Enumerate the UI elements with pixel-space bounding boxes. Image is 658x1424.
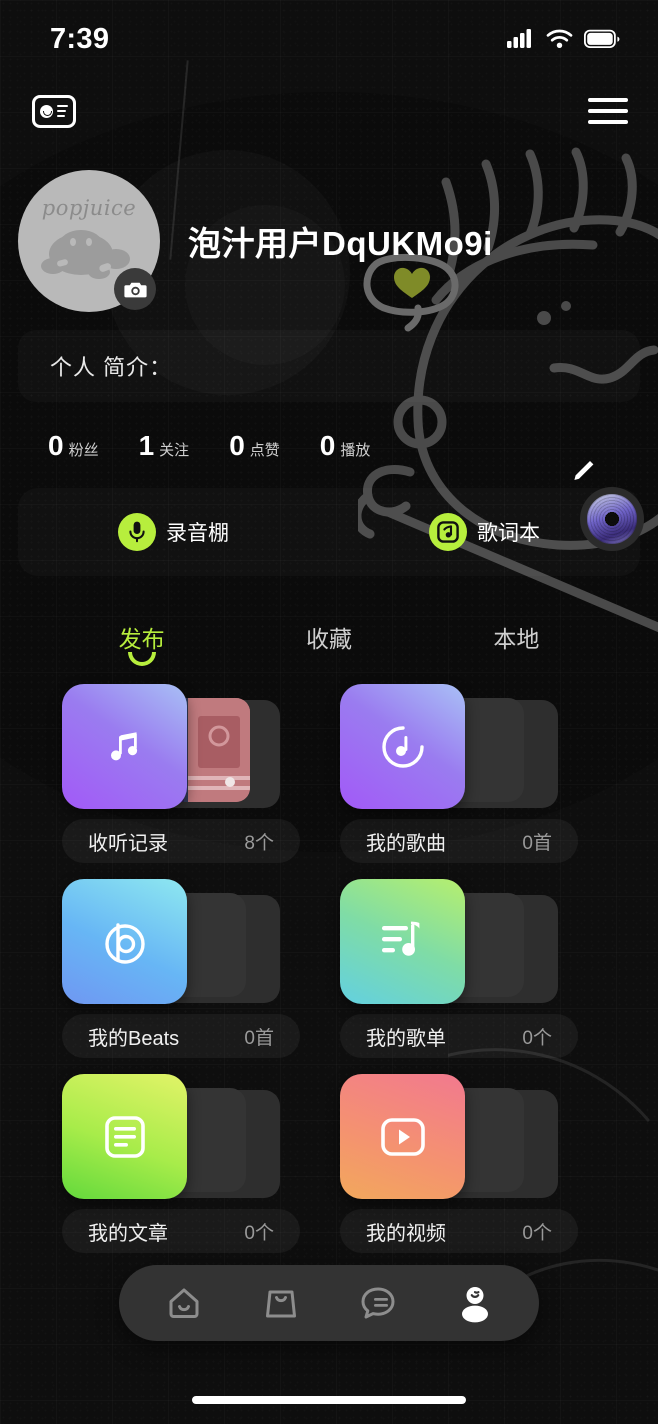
profile-header: popjuice 泡汁用户DqUKMo9i	[0, 144, 658, 312]
bio-card[interactable]: 个人 简介：	[18, 330, 640, 402]
avatar-brand-text: popjuice	[41, 196, 137, 220]
playlist-icon	[381, 921, 419, 956]
pencil-edit-icon[interactable]	[570, 458, 596, 486]
nav-item-messages[interactable]	[346, 1271, 410, 1335]
app-screen: 7:39 popjuice 泡汁用户DqUKMo9i 个人 简介： 0 粉丝 1…	[0, 0, 658, 1424]
id-card-lines-icon	[57, 104, 68, 118]
card-title: 我的视频	[366, 1222, 446, 1245]
id-card-face-icon	[40, 104, 53, 118]
tab-label: 本地	[493, 626, 540, 652]
tab-favorites[interactable]: 收藏	[235, 620, 422, 654]
tab-published[interactable]: 发布	[48, 620, 235, 666]
card-icon-tile	[340, 684, 465, 809]
vinyl-record-art	[587, 494, 637, 544]
card-icon-tile	[62, 1074, 187, 1199]
library-card-grid: 收听记录 8个 我的歌曲 0首 我的Beats 0首 我的歌单 0个 我的文章 …	[0, 654, 658, 1253]
quick-action-label: 录音棚	[166, 522, 229, 545]
tab-label: 发布	[118, 626, 165, 652]
bio-label: 个人 简介：	[50, 355, 173, 380]
library-card-my-articles[interactable]: 我的文章 0个	[62, 1074, 300, 1253]
card-count: 8个	[244, 832, 274, 854]
play-video-icon	[380, 1117, 425, 1156]
stat-plays[interactable]: 0 播放	[320, 430, 371, 462]
library-card-my-videos[interactable]: 我的视频 0个	[340, 1074, 578, 1253]
card-label: 我的歌曲 0首	[340, 819, 578, 863]
library-card-listening-history[interactable]: 收听记录 8个	[62, 684, 300, 863]
card-count: 0首	[244, 1027, 274, 1049]
person-icon	[461, 1287, 488, 1323]
content-tabs: 发布 收藏 本地	[0, 620, 658, 666]
card-icon-tile	[340, 1074, 465, 1199]
vinyl-record-icon[interactable]	[580, 487, 644, 551]
microphone-icon	[118, 513, 156, 551]
card-label: 我的文章 0个	[62, 1209, 300, 1253]
card-label: 我的歌单 0个	[340, 1014, 578, 1058]
id-card-icon[interactable]	[32, 94, 76, 128]
card-count: 0首	[522, 832, 552, 854]
card-title: 我的歌单	[366, 1027, 446, 1050]
card-title: 收听记录	[88, 832, 168, 855]
card-title: 我的文章	[88, 1222, 168, 1245]
battery-icon	[584, 29, 620, 48]
stat-value: 0	[48, 430, 64, 461]
quick-action-studio[interactable]: 录音棚	[18, 513, 329, 551]
card-icon-tile	[62, 879, 187, 1004]
wifi-icon	[546, 29, 573, 48]
stat-label: 播放	[340, 442, 371, 459]
stat-likes[interactable]: 0 点赞	[229, 430, 280, 462]
document-icon	[104, 1115, 145, 1158]
chat-bubble-icon	[361, 1287, 394, 1319]
library-card-my-playlists[interactable]: 我的歌单 0个	[340, 879, 578, 1058]
card-title: 我的Beats	[88, 1027, 180, 1050]
nav-item-shop[interactable]	[249, 1271, 313, 1335]
stat-following[interactable]: 1 关注	[139, 430, 190, 462]
nav-item-home[interactable]	[152, 1271, 216, 1335]
stat-label: 关注	[159, 442, 190, 459]
lyrics-note-icon	[429, 513, 467, 551]
quick-action-label: 歌词本	[477, 522, 540, 545]
stat-label: 点赞	[249, 442, 280, 459]
tab-label: 收藏	[305, 626, 352, 652]
card-count: 0个	[244, 1222, 274, 1244]
nav-item-profile[interactable]	[443, 1271, 507, 1335]
profile-stats: 0 粉丝 1 关注 0 点赞 0 播放	[0, 402, 658, 462]
shopping-bag-icon	[265, 1290, 296, 1318]
cellular-signal-icon	[507, 29, 531, 48]
camera-icon[interactable]	[114, 268, 156, 310]
stat-value: 0	[229, 430, 245, 461]
profile-username: 泡汁用户DqUKMo9i	[188, 225, 493, 262]
quick-actions: 录音棚 歌词本	[18, 488, 640, 576]
card-label: 我的视频 0个	[340, 1209, 578, 1253]
stat-followers[interactable]: 0 粉丝	[48, 430, 99, 462]
hamburger-menu-icon[interactable]	[588, 98, 628, 124]
stat-value: 0	[319, 430, 336, 461]
beats-b-icon	[104, 922, 145, 964]
card-label: 我的Beats 0首	[62, 1014, 300, 1058]
avatar[interactable]: popjuice	[18, 170, 160, 312]
circle-note-icon	[381, 725, 424, 768]
home-icon	[169, 1288, 198, 1318]
music-note-icon	[110, 731, 137, 760]
card-count: 0个	[522, 1027, 552, 1049]
card-label: 收听记录 8个	[62, 819, 300, 863]
app-header	[0, 78, 658, 144]
home-indicator	[192, 1396, 466, 1404]
stat-value: 1	[138, 430, 155, 461]
status-time: 7:39	[50, 22, 110, 55]
library-card-my-beats[interactable]: 我的Beats 0首	[62, 879, 300, 1058]
status-bar: 7:39	[0, 0, 658, 78]
library-card-my-songs[interactable]: 我的歌曲 0首	[340, 684, 578, 863]
card-icon-tile	[62, 684, 187, 809]
tab-local[interactable]: 本地	[423, 620, 610, 654]
stat-label: 粉丝	[68, 442, 99, 459]
card-count: 0个	[522, 1222, 552, 1244]
card-title: 我的歌曲	[366, 832, 446, 855]
card-icon-tile	[340, 879, 465, 1004]
bottom-navigation-bar	[119, 1265, 539, 1341]
camera-glyph-icon	[123, 282, 147, 297]
